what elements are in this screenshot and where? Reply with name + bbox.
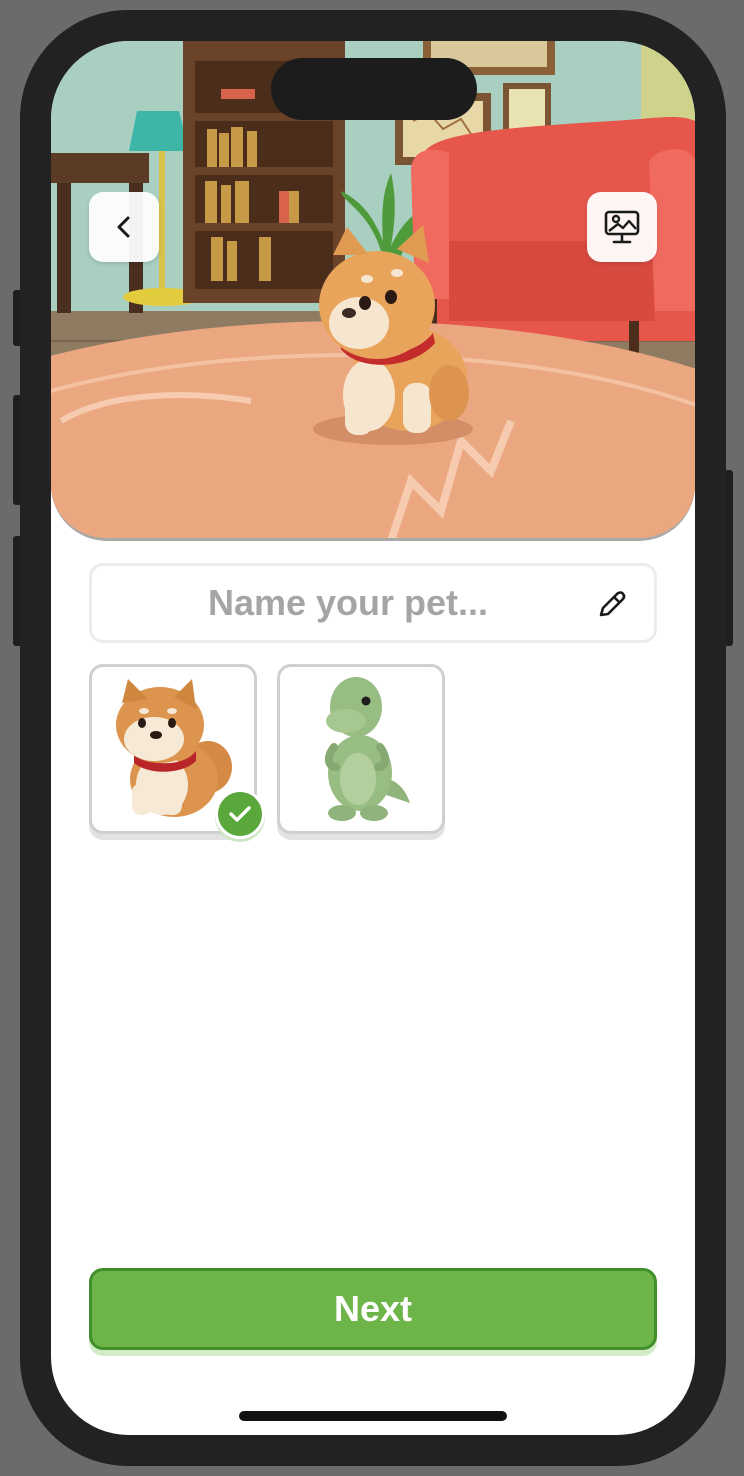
- next-button[interactable]: Next: [89, 1268, 657, 1350]
- home-indicator[interactable]: [239, 1411, 507, 1421]
- back-button[interactable]: [89, 192, 159, 262]
- pet-option-dinosaur[interactable]: [277, 664, 445, 834]
- green-dinosaur-image: [325, 677, 410, 821]
- dynamic-island: [271, 58, 477, 120]
- change-background-button[interactable]: [587, 192, 657, 262]
- screen: Name your pet... Next: [51, 41, 695, 1435]
- pencil-icon[interactable]: [594, 588, 628, 622]
- selected-checkmark-badge: [215, 789, 265, 839]
- pet-name-placeholder: Name your pet...: [207, 582, 489, 623]
- checkmark-icon: [229, 806, 251, 822]
- chevron-left-icon: [117, 216, 130, 238]
- pet-name-input[interactable]: Name your pet...: [89, 563, 657, 643]
- screen-image-icon: [604, 210, 640, 244]
